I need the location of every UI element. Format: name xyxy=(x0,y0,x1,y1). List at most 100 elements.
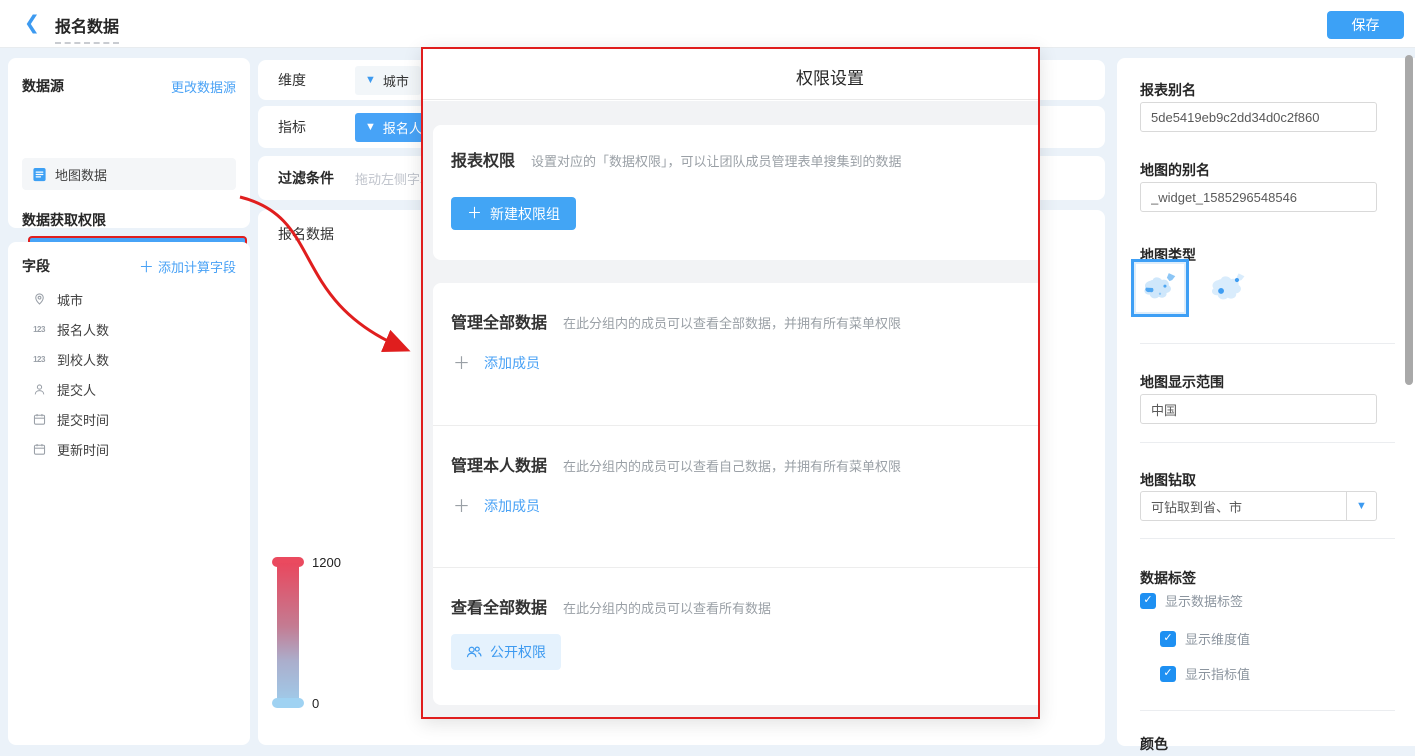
map-range-label: 地图显示范围 xyxy=(1140,372,1224,392)
checkbox-checked-icon: ✓ xyxy=(1160,666,1176,682)
permission-groups-card: 管理全部数据 在此分组内的成员可以查看全部数据，并拥有所有菜单权限 ＋ 添加成员… xyxy=(433,283,1040,705)
plus-icon: ＋ xyxy=(453,498,470,515)
scrollbar-thumb[interactable] xyxy=(1405,55,1413,385)
field-item-submit-time[interactable]: 提交时间 xyxy=(22,404,240,434)
map-drill-label: 地图钻取 xyxy=(1140,470,1196,490)
fields-panel: 字段 ＋ 添加计算字段 城市 123 报名人数 123 到校人数 提交人 提交时… xyxy=(8,242,250,745)
field-item-signup-count[interactable]: 123 报名人数 xyxy=(22,314,240,344)
document-icon xyxy=(32,167,47,182)
add-member-link[interactable]: ＋ 添加成员 xyxy=(453,353,1040,373)
field-label: 提交时间 xyxy=(57,410,109,429)
field-item-arrival-count[interactable]: 123 到校人数 xyxy=(22,344,240,374)
new-permission-group-button[interactable]: ＋ 新建权限组 xyxy=(451,197,576,230)
group-title: 查看全部数据 xyxy=(451,594,547,618)
plus-icon: ＋ xyxy=(467,206,482,221)
plus-icon: ＋ xyxy=(139,259,158,276)
divider xyxy=(1140,343,1395,344)
group-title: 管理本人数据 xyxy=(451,452,547,476)
field-label: 更新时间 xyxy=(57,440,109,459)
group-manage-own-data: 管理本人数据 在此分组内的成员可以查看自己数据，并拥有所有菜单权限 ＋ 添加成员 xyxy=(433,425,1040,567)
datasource-item-label: 地图数据 xyxy=(55,165,107,184)
drill-select-value: 可钻取到省、市 xyxy=(1141,497,1346,516)
chevron-down-icon: ▼ xyxy=(365,74,376,86)
divider xyxy=(1140,710,1395,711)
field-item-update-time[interactable]: 更新时间 xyxy=(22,434,240,464)
map-range-input[interactable] xyxy=(1140,394,1377,424)
person-icon xyxy=(30,383,48,396)
add-member-link[interactable]: ＋ 添加成员 xyxy=(453,496,1040,516)
color-section-label: 颜色 xyxy=(1140,734,1168,754)
field-label: 报名人数 xyxy=(57,320,109,339)
drill-select[interactable]: 可钻取到省、市 ▼ xyxy=(1140,491,1377,521)
map-type-option-alt[interactable] xyxy=(1201,265,1257,311)
checkbox-label: 显示指标值 xyxy=(1185,664,1250,683)
data-label-title: 数据标签 xyxy=(1140,568,1196,588)
public-permission-button[interactable]: 公开权限 xyxy=(451,634,561,670)
datasource-panel: 数据源 更改数据源 地图数据 数据获取权限 报表权限 xyxy=(8,58,250,228)
metric-label: 指标 xyxy=(278,117,355,137)
field-item-submitter[interactable]: 提交人 xyxy=(22,374,240,404)
divider xyxy=(1140,442,1395,443)
checkbox-label: 显示维度值 xyxy=(1185,629,1250,648)
calendar-icon xyxy=(30,413,48,426)
legend-bottom-handle[interactable] xyxy=(272,698,304,708)
map-alias-label: 地图的别名 xyxy=(1140,160,1210,180)
report-permission-desc: 设置对应的「数据权限」，可以让团队成员管理表单搜集到的数据 xyxy=(531,151,902,170)
calendar-icon xyxy=(30,443,48,456)
color-legend-gradient xyxy=(277,563,299,703)
map-thumbnail-bubble xyxy=(1206,269,1252,307)
modal-header: 权限设置 xyxy=(423,49,1038,100)
change-datasource-link[interactable]: 更改数据源 xyxy=(171,77,236,96)
report-permission-title: 报表权限 xyxy=(451,147,515,171)
field-label: 提交人 xyxy=(57,380,96,399)
map-thumbnail-china xyxy=(1136,264,1184,312)
modal-title: 权限设置 xyxy=(796,64,864,89)
field-list: 城市 123 报名人数 123 到校人数 提交人 提交时间 更新时间 xyxy=(22,284,240,464)
top-bar: ❮ 报名数据 保存 xyxy=(0,0,1415,48)
filter-label: 过滤条件 xyxy=(278,168,355,188)
dimension-label: 维度 xyxy=(278,70,355,90)
save-button[interactable]: 保存 xyxy=(1327,11,1404,39)
number-123-icon: 123 xyxy=(30,325,48,334)
map-type-option-selected[interactable] xyxy=(1131,259,1189,317)
page-title[interactable]: 报名数据 xyxy=(55,13,119,44)
datasource-item[interactable]: 地图数据 xyxy=(22,158,236,190)
fields-title: 字段 xyxy=(22,256,50,276)
legend-min-value: 0 xyxy=(312,696,319,711)
dimension-tag-city[interactable]: ▼城市 xyxy=(355,66,421,95)
group-desc: 在此分组内的成员可以查看自己数据，并拥有所有菜单权限 xyxy=(563,456,901,475)
group-desc: 在此分组内的成员可以查看所有数据 xyxy=(563,598,771,617)
checkbox-show-dimension-value[interactable]: ✓ 显示维度值 xyxy=(1160,629,1250,648)
divider xyxy=(1140,538,1395,539)
chevron-down-icon: ▼ xyxy=(1346,492,1376,520)
group-view-all-data: 查看全部数据 在此分组内的成员可以查看所有数据 公开权限 xyxy=(433,567,1040,709)
legend-max-value: 1200 xyxy=(312,555,341,570)
data-permission-title: 数据获取权限 xyxy=(22,210,106,230)
checkbox-show-data-label[interactable]: ✓ 显示数据标签 xyxy=(1140,591,1243,610)
group-desc: 在此分组内的成员可以查看全部数据，并拥有所有菜单权限 xyxy=(563,313,901,332)
location-pin-icon xyxy=(30,292,48,306)
report-alias-label: 报表别名 xyxy=(1140,80,1196,100)
checkbox-checked-icon: ✓ xyxy=(1160,631,1176,647)
add-calc-field-link[interactable]: ＋ 添加计算字段 xyxy=(139,257,236,276)
modal-body: 报表权限 设置对应的「数据权限」，可以让团队成员管理表单搜集到的数据 ＋ 新建权… xyxy=(423,101,1038,717)
settings-panel: 报表别名 地图的别名 地图类型 地图显示范围 地图钻取 可钻取到省、市 ▼ xyxy=(1117,58,1415,746)
report-permission-card: 报表权限 设置对应的「数据权限」，可以让团队成员管理表单搜集到的数据 ＋ 新建权… xyxy=(433,125,1040,260)
checkbox-label: 显示数据标签 xyxy=(1165,591,1243,610)
number-123-icon: 123 xyxy=(30,355,48,364)
permission-settings-modal: 权限设置 报表权限 设置对应的「数据权限」，可以让团队成员管理表单搜集到的数据 … xyxy=(421,47,1040,719)
map-alias-input[interactable] xyxy=(1140,182,1377,212)
group-manage-all-data: 管理全部数据 在此分组内的成员可以查看全部数据，并拥有所有菜单权限 ＋ 添加成员 xyxy=(433,283,1040,425)
report-alias-input[interactable] xyxy=(1140,102,1377,132)
checkbox-checked-icon: ✓ xyxy=(1140,593,1156,609)
plus-icon: ＋ xyxy=(453,355,470,372)
field-item-city[interactable]: 城市 xyxy=(22,284,240,314)
field-label: 城市 xyxy=(57,290,83,309)
chart-title: 报名数据 xyxy=(278,224,334,244)
field-label: 到校人数 xyxy=(57,350,109,369)
datasource-title: 数据源 xyxy=(22,76,64,96)
people-icon xyxy=(466,645,482,659)
group-title: 管理全部数据 xyxy=(451,309,547,333)
back-icon[interactable]: ❮ xyxy=(24,12,40,35)
checkbox-show-metric-value[interactable]: ✓ 显示指标值 xyxy=(1160,664,1250,683)
